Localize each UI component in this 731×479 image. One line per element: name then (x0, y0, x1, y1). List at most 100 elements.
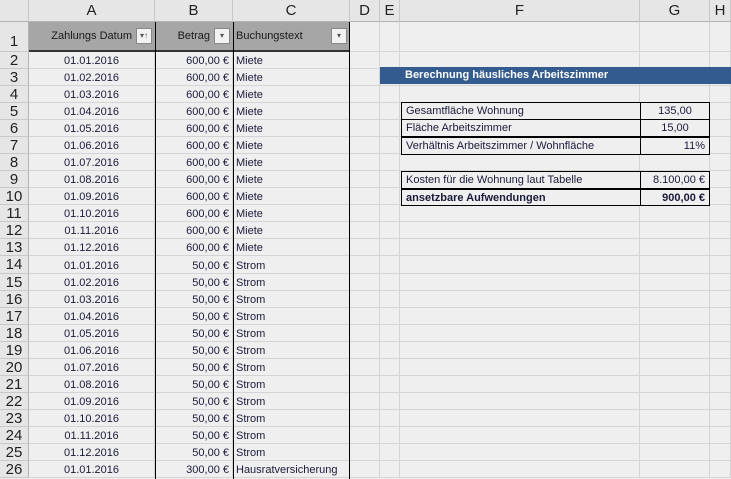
cell-h6[interactable] (710, 120, 731, 138)
cell-h15[interactable] (710, 273, 731, 291)
cell-d15[interactable] (350, 273, 380, 291)
cell-a8[interactable]: 01.07.2016 (29, 154, 155, 172)
cell-a2[interactable]: 01.01.2016 (29, 52, 155, 70)
cell-h10[interactable] (710, 188, 731, 206)
cell-c3[interactable]: Miete (233, 69, 350, 87)
cell-a14[interactable]: 01.01.2016 (29, 256, 155, 274)
cell-e10[interactable] (380, 188, 400, 206)
dropdown-filter-icon[interactable]: ▾ (214, 28, 230, 44)
cell-a25[interactable]: 01.12.2016 (29, 443, 155, 461)
cell-c11[interactable]: Miete (233, 205, 350, 223)
cell-g11[interactable] (640, 205, 710, 223)
cell-g18[interactable] (640, 324, 710, 342)
cell-f24[interactable] (400, 426, 640, 444)
verhaeltnis-value[interactable]: 11% (640, 136, 710, 155)
row-header-24[interactable]: 24 (0, 426, 29, 444)
cell-h14[interactable] (710, 256, 731, 274)
cell-c26[interactable]: Hausratversicherung (233, 460, 350, 478)
cell-c24[interactable]: Strom (233, 426, 350, 444)
cell-h1[interactable] (710, 22, 731, 52)
cell-g22[interactable] (640, 392, 710, 410)
cell-e13[interactable] (380, 239, 400, 257)
cell-c18[interactable]: Strom (233, 324, 350, 342)
row-header-26[interactable]: 26 (0, 460, 29, 478)
cell-b15[interactable]: 50,00 € (155, 273, 233, 291)
cell-e1[interactable] (380, 22, 400, 52)
cell-e19[interactable] (380, 341, 400, 359)
row-header-19[interactable]: 19 (0, 341, 29, 359)
cell-e8[interactable] (380, 154, 400, 172)
cell-c9[interactable]: Miete (233, 171, 350, 189)
cell-d22[interactable] (350, 392, 380, 410)
cell-d20[interactable] (350, 358, 380, 376)
cell-a3[interactable]: 01.02.2016 (29, 69, 155, 87)
cell-a19[interactable]: 01.06.2016 (29, 341, 155, 359)
cell-f22[interactable] (400, 392, 640, 410)
cell-h17[interactable] (710, 307, 731, 325)
cell-d7[interactable] (350, 137, 380, 155)
row-header-12[interactable]: 12 (0, 222, 29, 240)
cell-e5[interactable] (380, 103, 400, 121)
cell-b14[interactable]: 50,00 € (155, 256, 233, 274)
cell-e21[interactable] (380, 375, 400, 393)
cell-h23[interactable] (710, 409, 731, 427)
cell-h5[interactable] (710, 103, 731, 121)
cell-e12[interactable] (380, 222, 400, 240)
column-header-c[interactable]: C (233, 0, 350, 22)
cell-e26[interactable] (380, 460, 400, 478)
cell-e20[interactable] (380, 358, 400, 376)
cell-c17[interactable]: Strom (233, 307, 350, 325)
cell-b4[interactable]: 600,00 € (155, 86, 233, 104)
cell-g12[interactable] (640, 222, 710, 240)
cell-c22[interactable]: Strom (233, 392, 350, 410)
column-header-f[interactable]: F (400, 0, 640, 22)
cell-h11[interactable] (710, 205, 731, 223)
cell-d8[interactable] (350, 154, 380, 172)
cell-g26[interactable] (640, 460, 710, 478)
cell-f19[interactable] (400, 341, 640, 359)
cell-e9[interactable] (380, 171, 400, 189)
cell-g1[interactable] (640, 22, 710, 52)
cell-f14[interactable] (400, 256, 640, 274)
header-betrag[interactable]: Betrag ▾ (155, 22, 233, 52)
cell-f25[interactable] (400, 443, 640, 461)
cell-b23[interactable]: 50,00 € (155, 409, 233, 427)
cell-c10[interactable]: Miete (233, 188, 350, 206)
cell-b19[interactable]: 50,00 € (155, 341, 233, 359)
cell-c16[interactable]: Strom (233, 290, 350, 308)
cell-h8[interactable] (710, 154, 731, 172)
column-header-h[interactable]: H (710, 0, 731, 22)
cell-c4[interactable]: Miete (233, 86, 350, 104)
cell-a20[interactable]: 01.07.2016 (29, 358, 155, 376)
cell-d6[interactable] (350, 120, 380, 138)
cell-b21[interactable]: 50,00 € (155, 375, 233, 393)
cell-b25[interactable]: 50,00 € (155, 443, 233, 461)
cell-d19[interactable] (350, 341, 380, 359)
cell-f17[interactable] (400, 307, 640, 325)
cell-a7[interactable]: 01.06.2016 (29, 137, 155, 155)
cell-c19[interactable]: Strom (233, 341, 350, 359)
row-header-2[interactable]: 2 (0, 52, 29, 70)
cell-g14[interactable] (640, 256, 710, 274)
column-header-g[interactable]: G (640, 0, 710, 22)
cell-b6[interactable]: 600,00 € (155, 120, 233, 138)
row-header-22[interactable]: 22 (0, 392, 29, 410)
cell-c13[interactable]: Miete (233, 239, 350, 257)
cell-c25[interactable]: Strom (233, 443, 350, 461)
cell-b20[interactable]: 50,00 € (155, 358, 233, 376)
cell-b2[interactable]: 600,00 € (155, 52, 233, 70)
cell-d25[interactable] (350, 443, 380, 461)
gesamtflaeche-value[interactable]: 135,00 (640, 102, 710, 120)
cell-h20[interactable] (710, 358, 731, 376)
cell-a11[interactable]: 01.10.2016 (29, 205, 155, 223)
cell-a24[interactable]: 01.11.2016 (29, 426, 155, 444)
cell-d4[interactable] (350, 86, 380, 104)
cell-e11[interactable] (380, 205, 400, 223)
row-header-14[interactable]: 14 (0, 256, 29, 274)
cell-d24[interactable] (350, 426, 380, 444)
cell-e14[interactable] (380, 256, 400, 274)
cell-e17[interactable] (380, 307, 400, 325)
cell-g4[interactable] (640, 86, 710, 104)
cell-h18[interactable] (710, 324, 731, 342)
cell-h12[interactable] (710, 222, 731, 240)
